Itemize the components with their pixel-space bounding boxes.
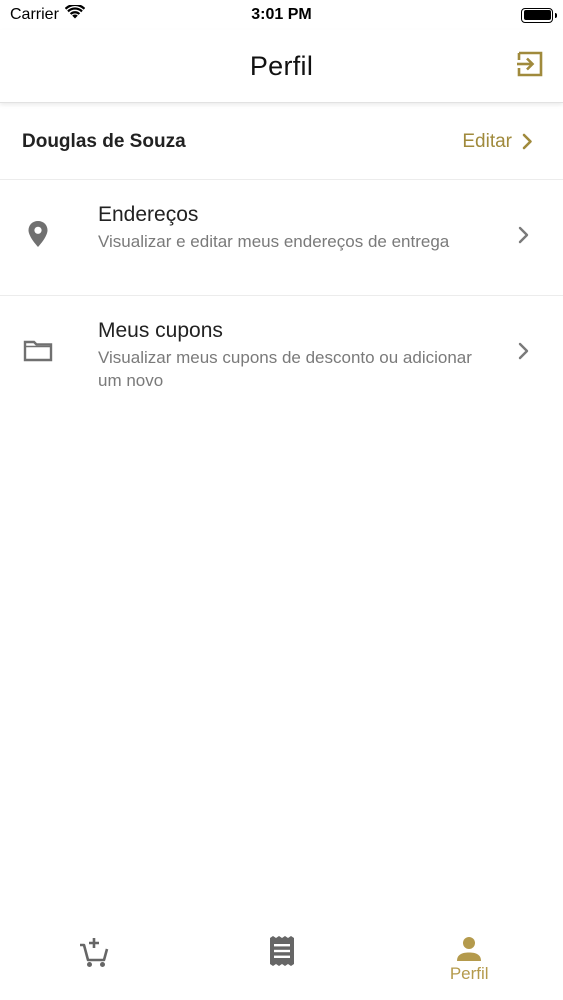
menu-item-title: Endereços bbox=[98, 203, 199, 226]
menu-item-text: Meus cupons Visualizar meus cupons de de… bbox=[98, 318, 498, 392]
logout-button[interactable] bbox=[515, 49, 545, 79]
menu-item-text: Endereços Visualizar e editar meus ender… bbox=[98, 202, 498, 253]
menu-item-description: Visualizar e editar meus endereços de en… bbox=[98, 232, 450, 251]
receipt-icon bbox=[269, 936, 294, 966]
wifi-icon bbox=[64, 3, 86, 25]
battery-icon bbox=[521, 7, 557, 23]
menu-item-addresses[interactable]: Endereços Visualizar e editar meus ender… bbox=[0, 180, 563, 296]
menu-item-description: Visualizar meus cupons de desconto ou ad… bbox=[98, 348, 472, 390]
folder-icon bbox=[22, 334, 54, 366]
tab-cart[interactable] bbox=[0, 920, 188, 1000]
nav-header: Perfil bbox=[0, 30, 563, 103]
tab-bar: Perfil bbox=[0, 920, 563, 1000]
tab-profile[interactable]: Perfil bbox=[375, 920, 563, 1000]
tab-profile-label: Perfil bbox=[449, 964, 489, 983]
edit-profile-button[interactable]: Editar bbox=[462, 131, 533, 153]
chevron-right-icon bbox=[518, 342, 529, 360]
carrier-label: Carrier bbox=[10, 6, 59, 23]
location-pin-icon bbox=[22, 218, 54, 250]
chevron-right-icon bbox=[518, 226, 529, 244]
status-bar: Carrier 3:01 PM bbox=[0, 0, 563, 30]
page-title: Perfil bbox=[249, 50, 314, 81]
edit-label: Editar bbox=[462, 130, 512, 152]
tab-orders[interactable] bbox=[188, 920, 376, 1000]
person-icon bbox=[457, 937, 482, 961]
status-left: Carrier bbox=[10, 3, 86, 25]
chevron-right-icon bbox=[522, 133, 532, 150]
menu-item-coupons[interactable]: Meus cupons Visualizar meus cupons de de… bbox=[0, 296, 563, 412]
profile-row: Douglas de Souza Editar bbox=[0, 104, 563, 180]
menu-item-title: Meus cupons bbox=[98, 319, 223, 342]
logout-icon bbox=[517, 51, 543, 77]
profile-name: Douglas de Souza bbox=[22, 130, 186, 152]
add-to-cart-icon bbox=[79, 938, 109, 967]
